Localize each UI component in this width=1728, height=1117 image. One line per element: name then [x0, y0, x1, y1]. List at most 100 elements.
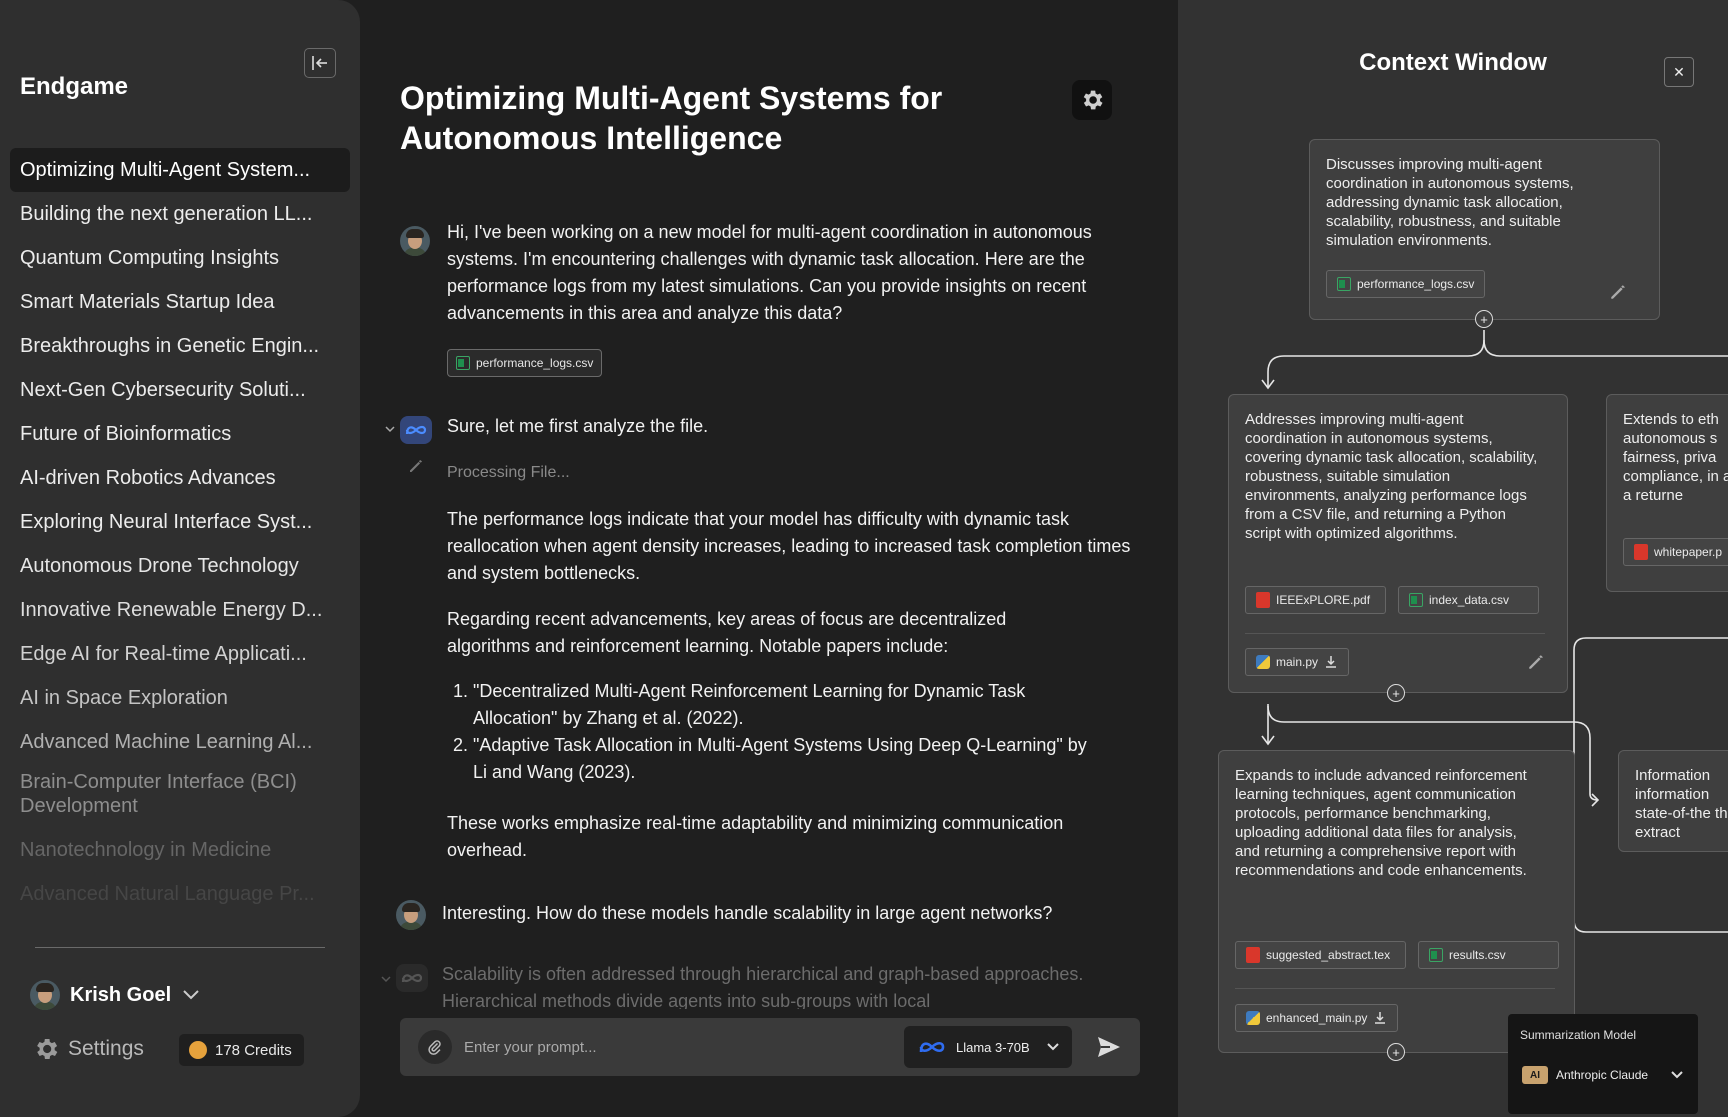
meta-logo-icon [919, 1041, 945, 1053]
output-file-chip[interactable]: enhanced_main.py [1235, 1004, 1399, 1032]
add-branch-button[interactable]: + [1475, 310, 1493, 328]
processing-status: Processing File... [447, 464, 570, 481]
user-message: Hi, I've been working on a new model for… [447, 222, 1092, 323]
python-icon [1256, 655, 1270, 669]
sidebar-divider [35, 947, 325, 948]
file-chip[interactable]: IEEExPLORE.pdf [1245, 586, 1386, 614]
sidebar-conversation-item[interactable]: AI-driven Robotics Advances [10, 456, 350, 500]
pdf-icon [1246, 947, 1260, 963]
reference-list: "Decentralized Multi-Agent Reinforcement… [447, 678, 1087, 786]
sidebar-conversation-item[interactable]: AI in Space Exploration [10, 676, 350, 720]
summarization-label: Summarization Model [1520, 1028, 1637, 1042]
sidebar-conversation-item[interactable]: Advanced Natural Language Pr... [10, 872, 350, 916]
context-node[interactable]: Expands to include advanced reinforcemen… [1218, 750, 1575, 1053]
pencil-icon[interactable] [408, 458, 424, 474]
send-button[interactable] [1094, 1032, 1124, 1062]
context-window-panel: Context Window ✕ Discusses improving mul… [1178, 0, 1728, 1117]
prompt-input[interactable] [464, 1032, 864, 1062]
chevron-down-icon [1671, 1071, 1683, 1079]
file-chip[interactable]: whitepaper.p [1623, 538, 1728, 566]
file-chip[interactable]: performance_logs.csv [1326, 270, 1486, 298]
sidebar-conversation-item[interactable]: Future of Bioinformatics [10, 412, 350, 456]
file-chip[interactable]: suggested_abstract.tex [1235, 941, 1406, 969]
file-chip[interactable]: results.csv [1418, 941, 1559, 969]
sidebar-conversation-item[interactable]: Optimizing Multi-Agent System... [10, 148, 350, 192]
context-node[interactable]: Addresses improving multi-agent coordina… [1228, 394, 1568, 693]
pencil-icon[interactable] [1527, 653, 1545, 671]
file-name: index_data.csv [1429, 592, 1510, 607]
download-icon[interactable] [1324, 655, 1338, 669]
user-menu[interactable]: Krish Goel [30, 980, 201, 1010]
node-divider [1245, 633, 1545, 634]
node-summary: Discusses improving multi-agent coordina… [1326, 156, 1574, 249]
model-label: Llama 3-70B [956, 1039, 1030, 1055]
ai-paragraph-3: These works emphasize real-time adaptabi… [447, 813, 1064, 860]
file-name: suggested_abstract.tex [1266, 947, 1391, 962]
paperclip-icon [428, 1040, 441, 1055]
spreadsheet-icon [1337, 277, 1351, 291]
chat-title: Optimizing Multi-Agent Systems for Auton… [400, 80, 943, 156]
settings-label: Settings [68, 1037, 144, 1060]
gear-icon [1083, 90, 1103, 110]
node-summary: Addresses improving multi-agent coordina… [1245, 411, 1538, 542]
add-branch-button[interactable]: + [1387, 684, 1405, 702]
credits-label: 178 Credits [215, 1041, 292, 1059]
add-branch-button[interactable]: + [1387, 1043, 1405, 1061]
credits-badge[interactable]: 178 Credits [179, 1034, 304, 1066]
context-node[interactable]: Information information state-of-the th e… [1618, 750, 1728, 852]
chat-settings-button[interactable] [1072, 80, 1112, 120]
node-summary: Expands to include advanced reinforcemen… [1235, 767, 1527, 879]
file-name: performance_logs.csv [1357, 276, 1475, 291]
chevron-down-icon [1047, 1043, 1059, 1051]
sidebar-conversation-item[interactable]: Autonomous Drone Technology [10, 544, 350, 588]
spreadsheet-icon [1429, 948, 1443, 962]
meta-logo-icon [405, 425, 427, 435]
sidebar: Endgame Optimizing Multi-Agent System...… [0, 0, 360, 1117]
node-summary: Extends to eth autonomous s fairness, pr… [1623, 411, 1728, 504]
user-avatar [396, 900, 426, 930]
ai-paragraph-2: Regarding recent advancements, key areas… [447, 609, 1007, 656]
sidebar-conversation-item[interactable]: Smart Materials Startup Idea [10, 280, 350, 324]
ai-paragraph-1: The performance logs indicate that your … [447, 509, 1131, 583]
ai-avatar [396, 964, 428, 992]
chevron-down-icon[interactable] [181, 988, 201, 1002]
model-select[interactable]: Llama 3-70B [904, 1026, 1072, 1068]
collapse-sidebar-icon [312, 56, 327, 70]
ai-partial-reply: Scalability is often addressed through h… [442, 964, 1084, 1009]
sidebar-conversation-item[interactable]: Building the next generation LL... [10, 192, 350, 236]
file-name: main.py [1276, 654, 1319, 669]
file-chip[interactable]: index_data.csv [1398, 586, 1539, 614]
collapse-sidebar-button[interactable] [304, 48, 336, 78]
output-file-chip[interactable]: main.py [1245, 648, 1350, 676]
context-node[interactable]: Extends to eth autonomous s fairness, pr… [1606, 394, 1728, 592]
sidebar-conversation-item[interactable]: Nanotechnology in Medicine [10, 828, 350, 872]
user-message: Interesting. How do these models handle … [442, 903, 1053, 923]
sidebar-conversation-item[interactable]: Next-Gen Cybersecurity Soluti... [10, 368, 350, 412]
python-icon [1246, 1011, 1260, 1025]
chevron-down-icon[interactable] [385, 425, 395, 433]
attach-button[interactable] [418, 1030, 452, 1064]
file-name: enhanced_main.py [1266, 1010, 1368, 1025]
app-title: Endgame [20, 73, 129, 100]
chevron-down-icon[interactable] [381, 975, 391, 983]
settings-button[interactable]: Settings [32, 1035, 144, 1063]
reference-item: "Decentralized Multi-Agent Reinforcement… [473, 678, 1087, 732]
download-icon[interactable] [1373, 1011, 1387, 1025]
sidebar-conversation-item[interactable]: Innovative Renewable Energy D... [10, 588, 350, 632]
spreadsheet-icon [456, 356, 470, 370]
user-name: Krish Goel [70, 983, 172, 1006]
sidebar-conversation-item[interactable]: Breakthroughs in Genetic Engin... [10, 324, 350, 368]
sidebar-conversation-item[interactable]: Quantum Computing Insights [10, 236, 350, 280]
pdf-icon [1256, 592, 1270, 608]
context-node[interactable]: Discusses improving multi-agent coordina… [1309, 139, 1660, 320]
attachment-name: performance_logs.csv [476, 356, 594, 370]
sidebar-conversation-item[interactable]: Edge AI for Real-time Applicati... [10, 632, 350, 676]
sidebar-conversation-item[interactable]: Advanced Machine Learning Al... [10, 720, 350, 764]
summarization-model-select[interactable]: AI Anthropic Claude [1522, 1066, 1684, 1084]
pencil-icon[interactable] [1609, 283, 1627, 301]
sidebar-conversation-item[interactable]: Brain-Computer Interface (BCI) Developme… [10, 764, 350, 828]
attachment-chip[interactable]: performance_logs.csv [447, 349, 603, 377]
anthropic-logo-icon: AI [1522, 1066, 1548, 1084]
ai-intro: Sure, let me first analyze the file. [447, 416, 709, 436]
sidebar-conversation-item[interactable]: Exploring Neural Interface Syst... [10, 500, 350, 544]
